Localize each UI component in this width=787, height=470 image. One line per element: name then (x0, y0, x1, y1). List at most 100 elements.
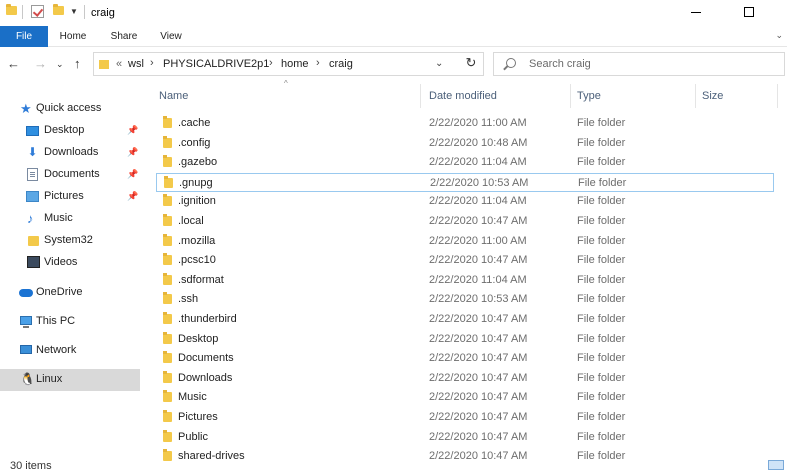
search-input[interactable]: Search craig (493, 52, 785, 76)
table-row[interactable]: Public 2/22/2020 10:47 AM File folder (156, 428, 774, 447)
file-date-modified: 2/22/2020 10:47 AM (429, 431, 528, 443)
nav-item-pictures[interactable]: Pictures 📌 (0, 186, 140, 208)
nav-label: Downloads (44, 146, 99, 158)
download-icon: ⬇ (27, 145, 38, 159)
chevron-right-icon[interactable]: › (269, 57, 273, 69)
maximize-button[interactable] (740, 4, 760, 20)
breadcrumb-home[interactable]: home (281, 58, 309, 70)
table-row[interactable]: .ignition 2/22/2020 11:04 AM File folder (156, 192, 774, 211)
file-type: File folder (577, 137, 626, 149)
table-row[interactable]: .thunderbird 2/22/2020 10:47 AM File folde… (156, 310, 774, 329)
nav-onedrive[interactable]: OneDrive (0, 282, 140, 304)
star-icon: ★ (20, 101, 32, 116)
tab-home[interactable]: Home (52, 26, 94, 47)
file-name: Documents (178, 352, 234, 364)
pin-icon[interactable]: 📌 (127, 148, 138, 157)
column-resize-handle[interactable] (777, 84, 778, 108)
table-row[interactable]: Documents 2/22/2020 10:47 AM File folder (156, 349, 774, 368)
file-date-modified: 2/22/2020 10:48 AM (429, 137, 528, 149)
details-view-button[interactable] (768, 460, 784, 470)
nav-quick-access[interactable]: ★ Quick access (0, 98, 140, 120)
table-row[interactable]: .sdformat 2/22/2020 11:04 AM File folder (156, 271, 774, 290)
column-name[interactable]: Name (150, 84, 420, 108)
video-icon (27, 256, 40, 268)
table-row[interactable]: .gazebo 2/22/2020 11:04 AM File folder (156, 153, 774, 172)
file-name: .mozilla (178, 235, 216, 247)
file-date-modified: 2/22/2020 10:47 AM (429, 352, 528, 364)
pin-icon[interactable]: 📌 (127, 192, 138, 201)
column-size[interactable]: Size (693, 84, 775, 108)
pin-icon[interactable]: 📌 (127, 126, 138, 135)
table-row[interactable]: Desktop 2/22/2020 10:47 AM File folder (156, 330, 774, 349)
table-row[interactable]: Music 2/22/2020 10:47 AM File folder (156, 388, 774, 407)
back-button[interactable]: ← (7, 56, 20, 71)
folder-icon (163, 155, 172, 167)
column-date-modified[interactable]: Date modified (420, 84, 570, 108)
nav-item-music[interactable]: ♪ Music (0, 208, 140, 230)
pin-icon[interactable]: 📌 (127, 170, 138, 179)
nav-item-system32[interactable]: System32 (0, 230, 140, 252)
file-name: .cache (178, 117, 211, 129)
new-folder-icon[interactable] (53, 4, 64, 15)
breadcrumb-wsl[interactable]: wsl (128, 58, 144, 70)
expand-ribbon-icon[interactable]: ⌄ (775, 30, 783, 41)
nav-item-desktop[interactable]: Desktop 📌 (0, 120, 140, 142)
recent-locations-icon[interactable]: ⌄ (56, 59, 64, 70)
folder-icon (163, 371, 172, 383)
customize-quick-access-icon[interactable]: ▼ (70, 7, 78, 16)
file-date-modified: 2/22/2020 10:47 AM (429, 411, 528, 423)
chevron-down-icon[interactable]: ⌄ (435, 58, 443, 69)
desktop-icon (26, 126, 39, 136)
forward-button[interactable]: → (34, 56, 47, 71)
table-row[interactable]: .ssh 2/22/2020 10:53 AM File folder (156, 290, 774, 309)
folder-icon (163, 273, 172, 285)
nav-label: Pictures (44, 190, 84, 202)
nav-this-pc[interactable]: This PC (0, 311, 140, 333)
file-name: .ignition (178, 195, 216, 207)
file-name: .gnupg (179, 177, 213, 189)
table-row[interactable]: .cache 2/22/2020 11:00 AM File folder (156, 114, 774, 133)
file-name: .gazebo (178, 156, 218, 168)
file-date-modified: 2/22/2020 10:47 AM (429, 372, 528, 384)
pictures-icon (26, 191, 39, 202)
table-row[interactable]: .config 2/22/2020 10:48 AM File folder (156, 134, 774, 153)
breadcrumb-drive[interactable]: PHYSICALDRIVE2p1 (163, 58, 269, 70)
nav-item-documents[interactable]: Documents 📌 (0, 164, 140, 186)
table-row[interactable]: .gnupg 2/22/2020 10:53 AM File folder (156, 173, 774, 192)
file-date-modified: 2/22/2020 11:04 AM (429, 195, 527, 207)
table-row[interactable]: .local 2/22/2020 10:47 AM File folder (156, 212, 774, 231)
table-row[interactable]: .pcsc10 2/22/2020 10:47 AM File folder (156, 251, 774, 270)
chevron-right-icon[interactable]: › (150, 57, 154, 69)
nav-linux[interactable]: 🐧 Linux (0, 369, 140, 391)
address-bar[interactable]: « wsl › PHYSICALDRIVE2p1 › home › craig … (93, 52, 484, 76)
folder-icon (163, 410, 172, 422)
nav-item-downloads[interactable]: ⬇ Downloads 📌 (0, 142, 140, 164)
up-button[interactable]: ↑ (74, 56, 81, 71)
file-name: .pcsc10 (178, 254, 216, 266)
file-type: File folder (577, 391, 626, 403)
music-icon: ♪ (27, 211, 34, 226)
navigation-pane: ★ Quick access Desktop 📌 ⬇ Downloads 📌 D… (0, 88, 140, 470)
network-icon (20, 345, 32, 354)
nav-label: OneDrive (36, 286, 83, 298)
minimize-button[interactable] (687, 4, 707, 20)
file-date-modified: 2/22/2020 10:47 AM (429, 313, 528, 325)
file-type: File folder (577, 333, 626, 345)
table-row[interactable]: Pictures 2/22/2020 10:47 AM File folder (156, 408, 774, 427)
table-row[interactable]: .mozilla 2/22/2020 11:00 AM File folder (156, 232, 774, 251)
properties-icon[interactable] (31, 5, 44, 18)
file-type: File folder (577, 215, 626, 227)
tab-view[interactable]: View (152, 26, 190, 47)
nav-item-videos[interactable]: Videos (0, 252, 140, 274)
nav-network[interactable]: Network (0, 340, 140, 362)
item-count: 30 items (10, 460, 52, 470)
chevron-right-icon[interactable]: › (316, 57, 320, 69)
table-row[interactable]: Downloads 2/22/2020 10:47 AM File folder (156, 369, 774, 388)
folder-icon (163, 234, 172, 246)
tab-share[interactable]: Share (104, 26, 144, 47)
breadcrumb-craig[interactable]: craig (329, 58, 353, 70)
breadcrumb-overflow[interactable]: « (116, 58, 122, 70)
tab-file[interactable]: File (0, 26, 48, 47)
column-type[interactable]: Type (568, 84, 693, 108)
refresh-button[interactable]: ↻ (459, 55, 483, 75)
